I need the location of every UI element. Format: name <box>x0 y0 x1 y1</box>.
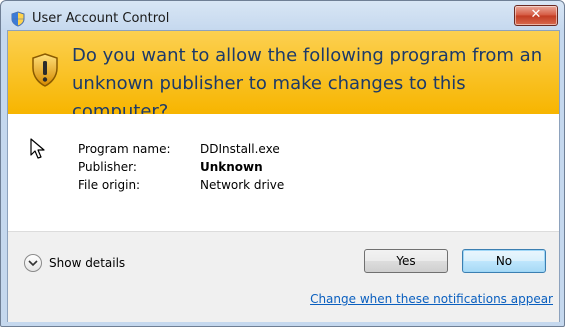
close-button[interactable]: ✕ <box>514 5 558 26</box>
detail-row-publisher: Publisher: Unknown <box>78 158 284 176</box>
detail-row-file-origin: File origin: Network drive <box>78 176 284 194</box>
cursor-app-icon <box>30 138 45 159</box>
file-origin-value: Network drive <box>200 178 285 192</box>
publisher-value: Unknown <box>200 160 263 174</box>
details-list: Program name: DDInstall.exe Publisher: U… <box>78 140 284 194</box>
dialog-footer: Show details Yes No Change when these no… <box>8 231 559 322</box>
change-notifications-link[interactable]: Change when these notifications appear <box>310 292 553 306</box>
file-origin-label: File origin: <box>78 178 141 192</box>
warning-banner: Do you want to allow the following progr… <box>8 31 559 122</box>
uac-shield-icon <box>11 11 25 27</box>
program-name-label: Program name: <box>78 142 171 156</box>
dialog-body: Do you want to allow the following progr… <box>7 30 560 322</box>
yes-button[interactable]: Yes <box>364 249 448 273</box>
show-details-toggle[interactable]: Show details <box>24 254 125 272</box>
chevron-down-icon[interactable] <box>24 254 42 272</box>
program-details: Program name: DDInstall.exe Publisher: U… <box>8 114 559 231</box>
detail-row-program-name: Program name: DDInstall.exe <box>78 140 284 158</box>
publisher-label: Publisher: <box>78 160 137 174</box>
window-title: User Account Control <box>32 11 170 26</box>
program-name-value: DDInstall.exe <box>200 142 280 156</box>
uac-dialog: User Account Control ✕ Do you want to al… <box>0 0 565 327</box>
show-details-label[interactable]: Show details <box>49 256 125 270</box>
no-button[interactable]: No <box>462 249 546 273</box>
warning-shield-icon <box>32 53 58 87</box>
close-icon: ✕ <box>530 7 542 22</box>
